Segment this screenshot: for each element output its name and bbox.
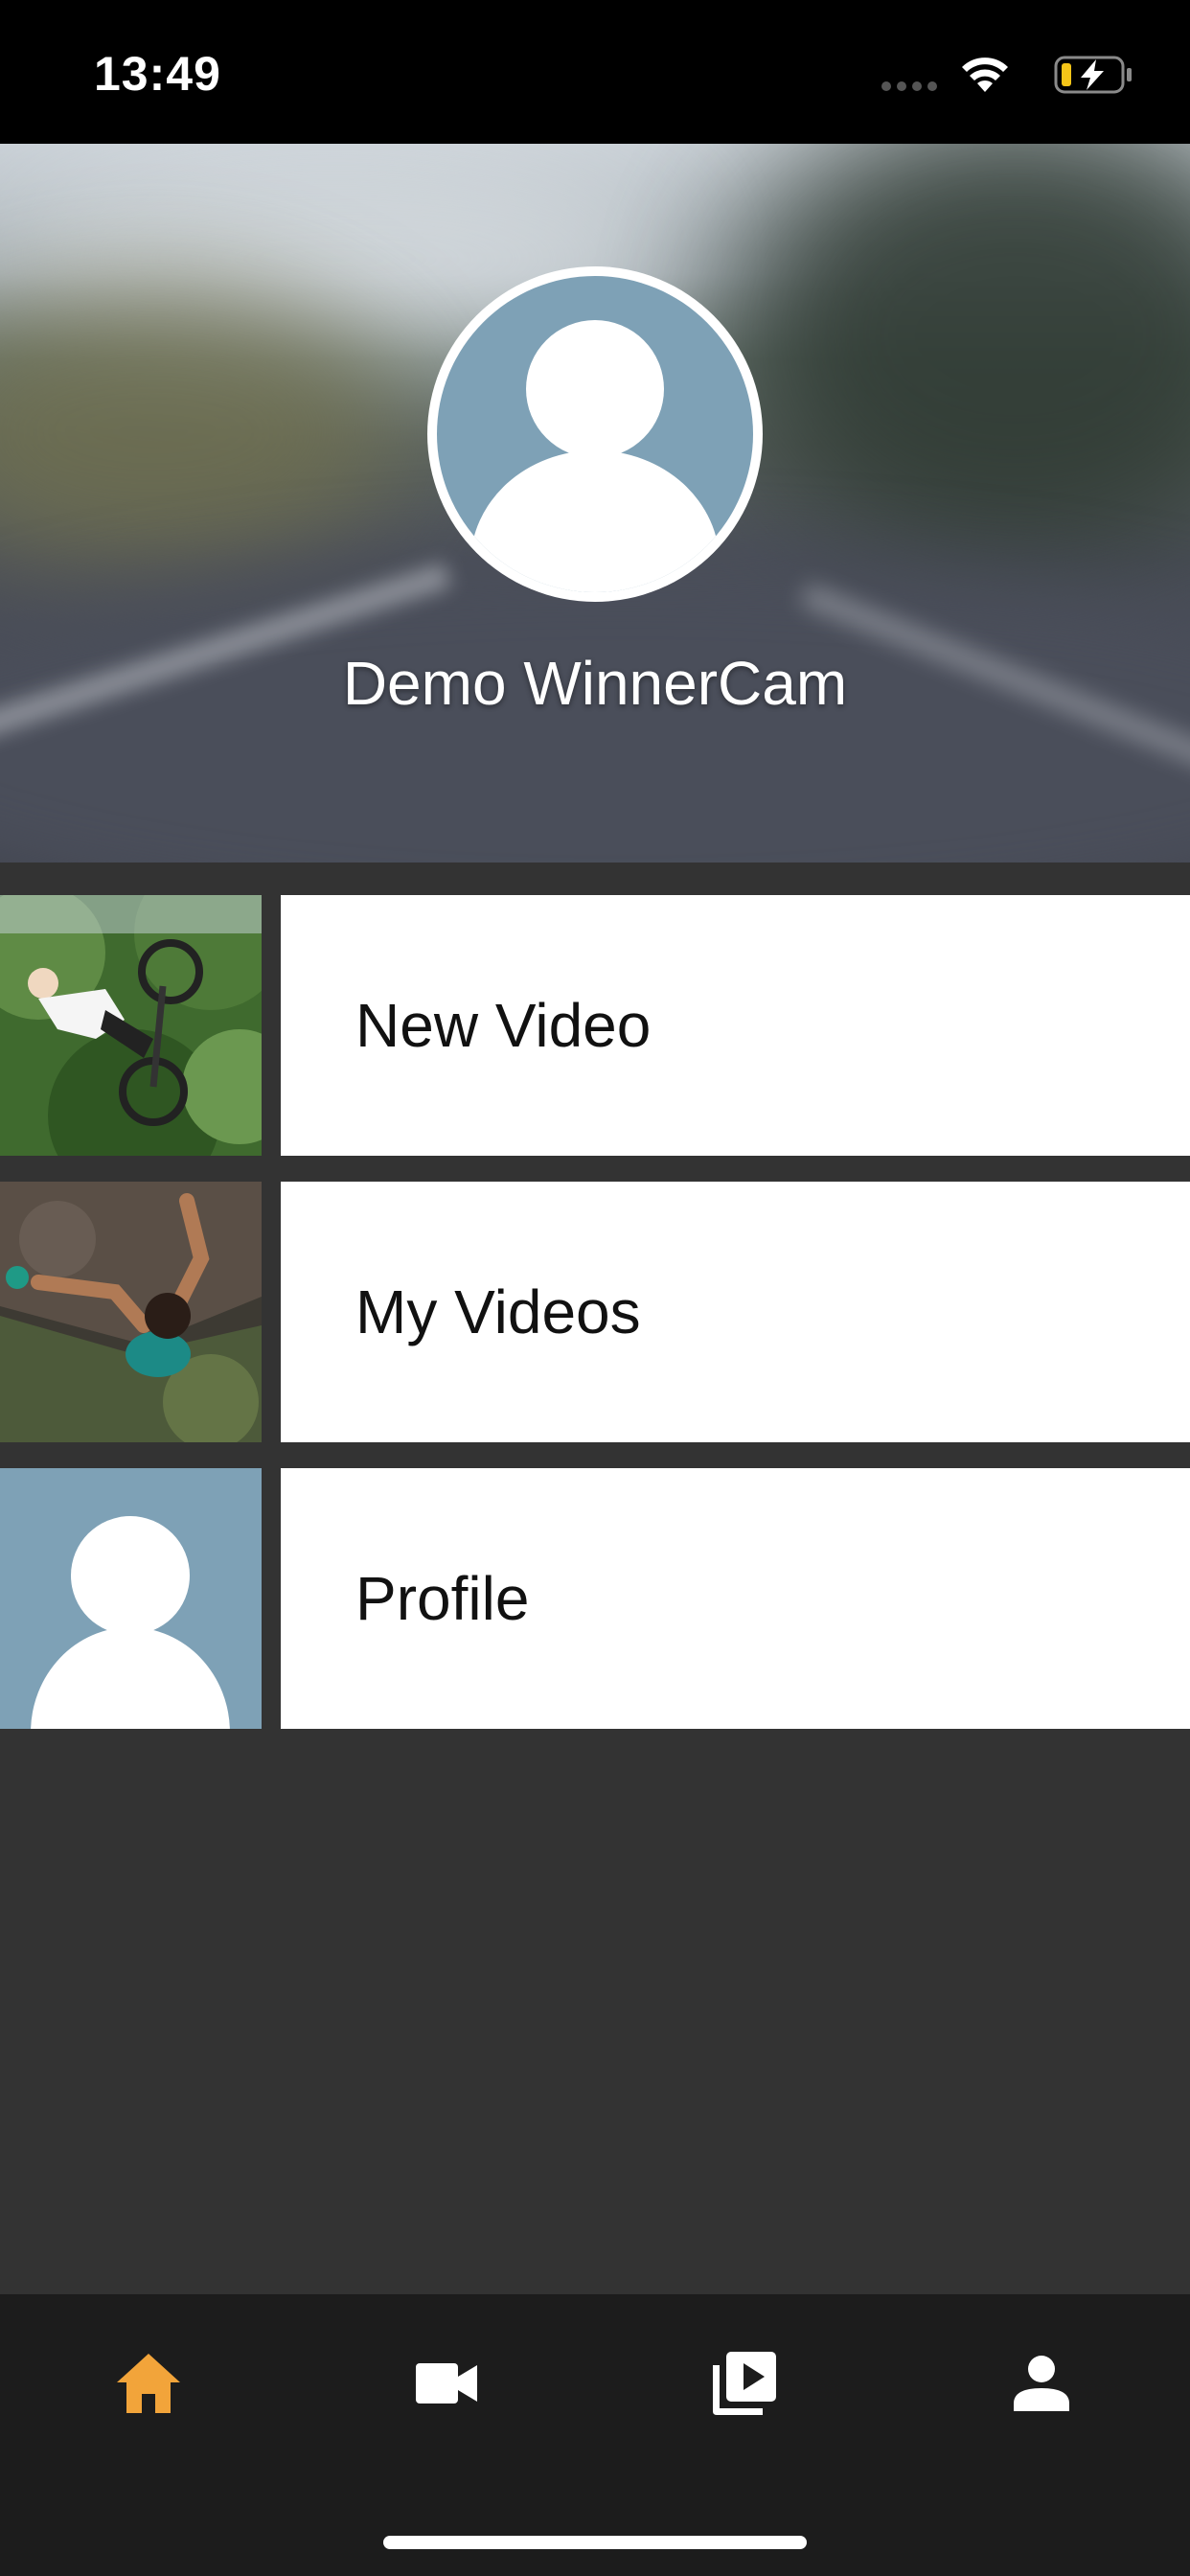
home-icon: [117, 2354, 180, 2413]
home-indicator[interactable]: [383, 2536, 807, 2549]
my-videos-label: My Videos: [355, 1277, 641, 1346]
rock-climber-photo: [0, 1182, 262, 1442]
battery-charging-icon: [1054, 56, 1132, 94]
signal-dots-icon: [881, 81, 937, 91]
person-placeholder-icon: [437, 276, 753, 592]
tab-home[interactable]: [81, 2334, 216, 2440]
person-icon: [1014, 2356, 1069, 2411]
tab-bar: [0, 2294, 1190, 2576]
video-library-icon: [713, 2352, 776, 2415]
avatar[interactable]: [427, 266, 763, 602]
profile-label: Profile: [355, 1564, 530, 1633]
menu-item-profile[interactable]: Profile: [0, 1468, 1190, 1729]
profile-name: Demo WinnerCam: [342, 649, 848, 718]
menu-item-new-video[interactable]: New Video: [0, 895, 1190, 1156]
background-trees-right: [728, 144, 1190, 565]
person-placeholder-icon: [0, 1468, 262, 1729]
tab-profile[interactable]: [974, 2334, 1109, 2440]
profile-card[interactable]: Profile: [281, 1468, 1190, 1729]
bmx-rider-photo: [0, 895, 262, 1156]
new-video-label: New Video: [355, 991, 652, 1060]
tab-new-video[interactable]: [379, 2334, 514, 2440]
menu-item-my-videos[interactable]: My Videos: [0, 1182, 1190, 1442]
video-camera-icon: [416, 2363, 477, 2404]
new-video-card[interactable]: New Video: [281, 895, 1190, 1156]
status-time: 13:49: [94, 47, 221, 101]
tab-my-videos[interactable]: [677, 2334, 812, 2440]
wifi-icon: [962, 58, 1008, 92]
my-videos-card[interactable]: My Videos: [281, 1182, 1190, 1442]
status-bar: 13:49: [0, 0, 1190, 144]
